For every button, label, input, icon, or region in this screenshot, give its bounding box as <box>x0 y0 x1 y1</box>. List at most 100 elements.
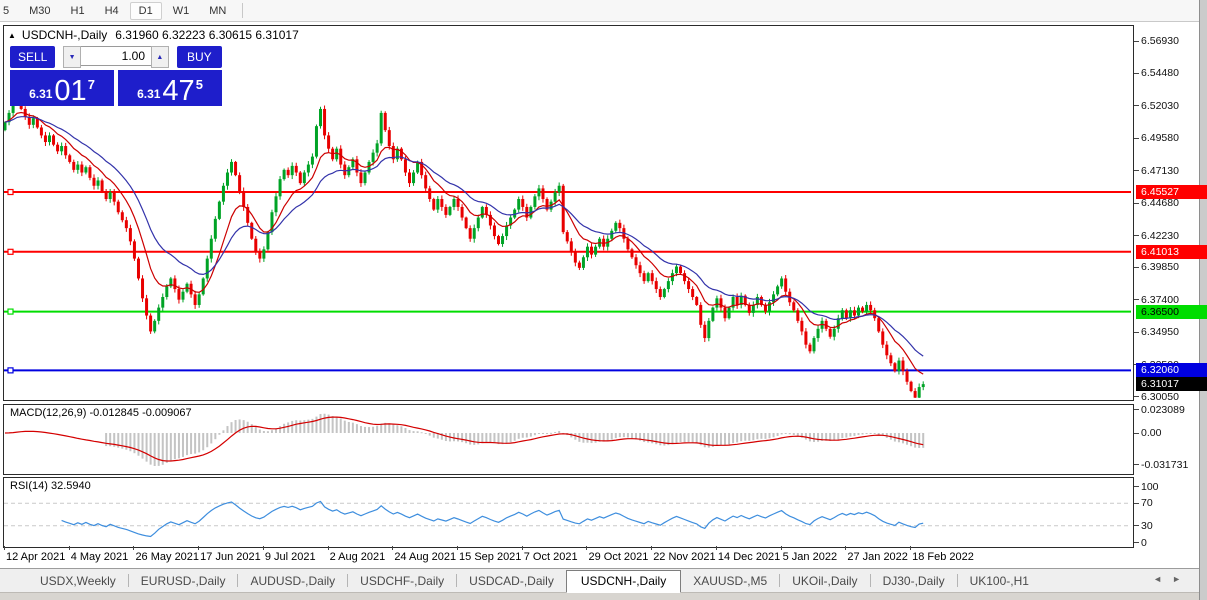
window-right-edge[interactable] <box>1199 0 1207 600</box>
sell-price-box[interactable]: 6.31 01 7 <box>10 70 114 106</box>
rsi-axis-tick <box>1134 502 1139 504</box>
volume-increase-button[interactable]: ▲ <box>151 46 169 68</box>
buy-price-prefix: 6.31 <box>137 87 161 101</box>
timeframe-h4[interactable]: H4 <box>96 2 128 20</box>
tab-usdcnh-daily[interactable]: USDCNH-,Daily <box>565 570 682 593</box>
chart-window: ▲ USDCNH-,Daily 6.31960 6.32223 6.30615 6.… <box>0 22 1207 592</box>
volume-input[interactable] <box>81 46 151 66</box>
timeframe-m5[interactable]: 5 <box>0 2 18 20</box>
tab-scroll-right-icon[interactable]: ► <box>1172 574 1191 584</box>
date-axis-tick <box>4 546 5 550</box>
tab-dj30-daily[interactable]: DJ30-,Daily <box>871 571 957 592</box>
rsi-pane[interactable]: RSI(14) 32.5940 <box>3 477 1134 548</box>
price-axis-label: 6.44680 <box>1141 197 1179 210</box>
price-axis-label: 6.39850 <box>1141 261 1179 274</box>
price-axis-tick <box>1134 40 1139 42</box>
date-axis-label: 9 Jul 2021 <box>264 551 316 563</box>
tab-audusd-daily[interactable]: AUDUSD-,Daily <box>238 571 347 592</box>
tab-usdcad-daily[interactable]: USDCAD-,Daily <box>457 571 566 592</box>
chart-symbol-label: USDCNH-,Daily <box>21 28 108 42</box>
date-axis-tick <box>327 546 329 550</box>
date-axis-label: 18 Feb 2022 <box>912 551 974 563</box>
volume-decrease-button[interactable]: ▼ <box>63 46 81 68</box>
buy-price-box[interactable]: 6.31 47 5 <box>118 70 222 106</box>
price-axis-tick <box>1134 235 1139 237</box>
tab-scroll-left-icon[interactable]: ◄ <box>1153 574 1172 584</box>
date-axis-label: 2 Aug 2021 <box>329 551 386 563</box>
date-axis-label: 7 Oct 2021 <box>523 551 578 563</box>
tab-usdchf-daily[interactable]: USDCHF-,Daily <box>348 571 456 592</box>
sell-price-prefix: 6.31 <box>29 87 53 101</box>
rsi-axis-label: 100 <box>1141 480 1159 493</box>
rsi-axis-tick <box>1134 525 1139 527</box>
hline-price-tag[interactable]: 6.36500 <box>1136 304 1207 319</box>
price-axis-label: 6.34950 <box>1141 326 1179 339</box>
timeframe-m30[interactable]: M30 <box>20 2 59 20</box>
buy-price-pip: 5 <box>195 77 203 92</box>
timeframe-h1[interactable]: H1 <box>62 2 94 20</box>
date-axis-label: 27 Jan 2022 <box>847 551 908 563</box>
date-axis-tick <box>133 546 135 550</box>
price-axis-tick <box>1134 105 1139 107</box>
rsi-axis-label: 0 <box>1141 536 1147 549</box>
date-axis-tick <box>457 546 459 550</box>
toolbar-separator <box>242 3 244 18</box>
chart-ohlc-values: 6.31960 6.32223 6.30615 6.31017 <box>115 28 299 42</box>
timeframe-mn[interactable]: MN <box>200 2 235 20</box>
tab-scroll-arrows: ◄► <box>1153 574 1191 584</box>
date-axis-label: 5 Jan 2022 <box>782 551 838 563</box>
macd-label: MACD(12,26,9) -0.012845 -0.009067 <box>10 407 192 419</box>
rsi-axis-label: 70 <box>1141 497 1153 510</box>
trading-terminal-window: 5 M30 H1 H4 D1 W1 MN ▲ USDCNH-,Daily 6.319… <box>0 0 1207 600</box>
hline-price-tag[interactable]: 6.41013 <box>1136 244 1207 259</box>
sell-price-big: 01 <box>54 75 87 107</box>
tab-uk100-h1[interactable]: UK100-,H1 <box>958 571 1041 592</box>
symbol-tabbar: USDX,Weekly EURUSD-,Daily AUDUSD-,Daily USD… <box>0 568 1199 593</box>
macd-axis-tick <box>1134 464 1139 466</box>
date-axis-label: 17 Jun 2021 <box>200 551 261 563</box>
tab-xauusd-m5[interactable]: XAUUSD-,M5 <box>681 571 779 592</box>
date-axis-label: 24 Aug 2021 <box>394 551 457 563</box>
macd-pane[interactable]: MACD(12,26,9) -0.012845 -0.009067 <box>3 404 1134 475</box>
date-axis-label: 12 Apr 2021 <box>6 551 66 563</box>
sell-button[interactable]: SELL <box>10 46 56 68</box>
date-axis-tick <box>68 546 70 550</box>
buy-price-big: 47 <box>162 75 195 107</box>
date-axis-label: 4 May 2021 <box>70 551 129 563</box>
timeframe-w1[interactable]: W1 <box>164 2 199 20</box>
price-axis-tick <box>1134 299 1139 301</box>
timeframe-d1[interactable]: D1 <box>129 1 162 20</box>
current-price-tag: 6.31017 <box>1136 377 1207 392</box>
price-axis-label: 6.47130 <box>1141 164 1179 177</box>
tab-usdx-weekly[interactable]: USDX,Weekly <box>28 571 128 592</box>
rsi-axis-label: 30 <box>1141 519 1153 532</box>
macd-axis-tick <box>1134 409 1139 411</box>
hline-price-tag[interactable]: 6.45527 <box>1136 185 1207 200</box>
date-axis-label: 15 Sep 2021 <box>459 551 522 563</box>
spinner-up-icon: ▲ <box>156 53 164 61</box>
price-axis-tick <box>1134 331 1139 333</box>
buy-button[interactable]: BUY <box>176 46 222 68</box>
date-axis-tick <box>715 546 717 550</box>
date-axis-tick <box>910 546 912 550</box>
price-axis-label: 6.30050 <box>1141 390 1179 403</box>
date-axis-tick <box>845 546 847 550</box>
date-axis-label: 26 May 2021 <box>135 551 200 563</box>
price-axis-label: 6.42230 <box>1141 229 1179 242</box>
price-axis-tick <box>1134 396 1139 398</box>
tab-eurusd-daily[interactable]: EURUSD-,Daily <box>129 571 238 592</box>
price-axis-tick <box>1134 202 1139 204</box>
rsi-label: RSI(14) 32.5940 <box>10 480 91 492</box>
one-click-trade-panel: SELL ▼ ▲ BUY 6.31 01 7 6.31 47 <box>10 46 222 106</box>
date-axis-label: 14 Dec 2021 <box>717 551 781 563</box>
date-axis-tick <box>521 546 523 550</box>
price-axis-label: 6.56930 <box>1141 35 1179 47</box>
tab-ukoil-daily[interactable]: UKOil-,Daily <box>780 571 869 592</box>
macd-axis-label: -0.031731 <box>1141 458 1189 471</box>
timeframe-toolbar: 5 M30 H1 H4 D1 W1 MN <box>0 0 1199 22</box>
collapse-trade-panel-icon[interactable]: ▲ <box>8 31 16 40</box>
macd-axis-tick <box>1134 432 1139 434</box>
hline-price-tag[interactable]: 6.32060 <box>1136 363 1207 378</box>
rsi-axis-tick <box>1134 486 1139 487</box>
macd-axis-label: 0.023089 <box>1141 403 1185 416</box>
